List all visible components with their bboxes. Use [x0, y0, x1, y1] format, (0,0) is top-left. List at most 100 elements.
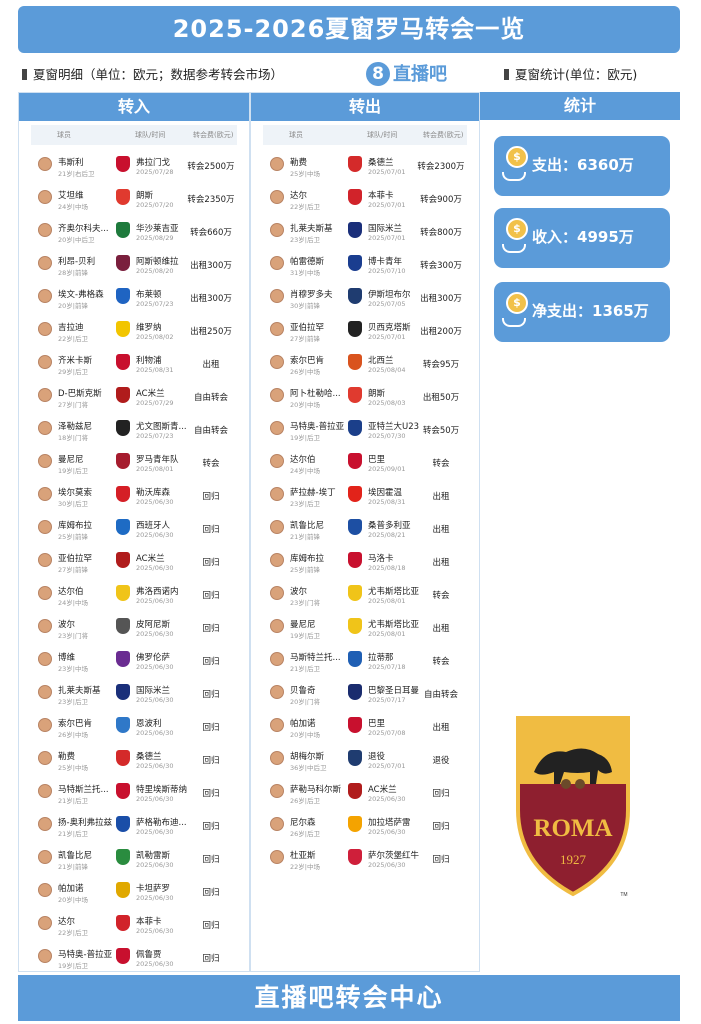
- club-logo-icon: [116, 519, 130, 535]
- player-avatar: [270, 157, 284, 171]
- player-name: 达尔: [58, 917, 76, 927]
- twin-icon: [575, 779, 585, 789]
- crest-roma-text: ROMA: [533, 815, 612, 842]
- transfer-row: 杜亚斯 22岁|中场 萨尔茨堡红牛 2025/06/30 回归: [251, 841, 479, 874]
- club-logo-icon: [348, 354, 362, 370]
- player-name: 帕加诺: [290, 719, 316, 729]
- transfer-date: 2025/08/02: [136, 333, 174, 341]
- player-name: 齐米卡斯: [58, 356, 93, 366]
- transfer-date: 2025/08/20: [136, 267, 174, 275]
- player-info: 27岁|前锋: [58, 566, 88, 574]
- club-logo-icon: [116, 255, 130, 271]
- player-name: 肖穆罗多夫: [290, 290, 333, 300]
- player-info: 19岁|后卫: [58, 467, 88, 475]
- club-logo-icon: [348, 288, 362, 304]
- transfer-fee: 出租: [432, 492, 450, 502]
- transfer-date: 2025/08/21: [368, 531, 406, 539]
- transfer-fee: 回归: [432, 822, 450, 832]
- transfer-fee: 回归: [432, 789, 450, 799]
- club-logo-icon: [348, 717, 362, 733]
- player-avatar: [270, 388, 284, 402]
- transfer-row: 齐奥尔科夫... 20岁|中后卫 华沙莱吉亚 2025/08/29 转会660万: [19, 214, 249, 247]
- transfer-row: 凯鲁比尼 21岁|前锋 桑普多利亚 2025/08/21 出租: [251, 511, 479, 544]
- transfer-date: 2025/06/30: [368, 861, 406, 869]
- bullet-icon: [22, 69, 27, 80]
- bullet-icon: [504, 69, 509, 80]
- transfer-fee: 转会900万: [420, 195, 462, 205]
- player-info: 26岁|后卫: [290, 830, 320, 838]
- twin-icon: [561, 779, 571, 789]
- player-avatar: [38, 487, 52, 501]
- player-name: 亚伯拉罕: [290, 323, 325, 333]
- transfer-row: 扎莱夫斯基 23岁|后卫 国际米兰 2025/06/30 回归: [19, 676, 249, 709]
- player-name: 勒费: [290, 158, 308, 168]
- transfer-date: 2025/08/31: [368, 498, 406, 506]
- transfers-out-title: 转出: [251, 93, 479, 121]
- club-logo-icon: [116, 849, 130, 865]
- player-avatar: [270, 421, 284, 435]
- transfer-date: 2025/07/28: [136, 168, 174, 176]
- transfer-date: 2025/08/01: [368, 630, 406, 638]
- transfer-fee: 出租300万: [420, 294, 462, 304]
- transfer-fee: 自由转会: [193, 393, 228, 403]
- player-avatar: [270, 553, 284, 567]
- player-name: 凯鲁比尼: [58, 851, 93, 861]
- transfer-fee: 回归: [202, 954, 220, 964]
- transfer-fee: 出租: [432, 723, 450, 733]
- player-avatar: [38, 586, 52, 600]
- as-roma-crest: ROMA 1927 TM: [516, 716, 630, 898]
- player-info: 20岁|中后卫: [58, 236, 95, 244]
- transfer-row: 阿卜杜勒哈... 20岁|中场 朗斯 2025/08/03 出租50万: [251, 379, 479, 412]
- hand-icon: [502, 244, 526, 253]
- player-info: 22岁|后卫: [58, 929, 88, 937]
- transfer-row: 贝鲁奇 20岁|门将 巴黎圣日耳曼 2025/07/17 自由转会: [251, 676, 479, 709]
- player-name: 达尔伯: [290, 455, 316, 465]
- transfer-row: 肖穆罗多夫 30岁|前锋 伊斯坦布尔 2025/07/05 出租300万: [251, 280, 479, 313]
- player-info: 23岁|中场: [58, 665, 88, 673]
- player-info: 19岁|后卫: [290, 632, 320, 640]
- player-name: 埃尔莫索: [58, 488, 93, 498]
- player-avatar: [270, 817, 284, 831]
- player-info: 26岁|中场: [58, 731, 88, 739]
- col-player: 球员: [289, 131, 303, 139]
- crest-year-text: 1927: [560, 852, 587, 867]
- club-logo-icon: [348, 519, 362, 535]
- player-info: 25岁|前锋: [58, 533, 88, 541]
- player-name: D-巴斯克斯: [58, 389, 102, 399]
- transfer-row: 达尔 22岁|后卫 本菲卡 2025/07/01 转会900万: [251, 181, 479, 214]
- player-avatar: [38, 817, 52, 831]
- player-name: 达尔伯: [58, 587, 84, 597]
- transfer-date: 2025/08/01: [368, 597, 406, 605]
- club-logo-icon: [348, 321, 362, 337]
- transfer-date: 2025/06/30: [136, 597, 174, 605]
- col-club: 球队/时间: [367, 131, 398, 139]
- transfer-date: 2025/06/30: [136, 531, 174, 539]
- transfer-date: 2025/07/01: [368, 201, 406, 209]
- transfer-row: 扬-奥利弗拉兹 21岁|后卫 萨格勒布迪... 2025/06/30 回归: [19, 808, 249, 841]
- transfer-fee: 回归: [202, 690, 220, 700]
- club-logo-icon: [116, 651, 130, 667]
- player-avatar: [270, 751, 284, 765]
- transfers-out-panel: 转出 球员 球队/时间 转会费(欧元) 勒费 25岁|中场 桑德兰 2025/07/0…: [250, 92, 480, 972]
- player-avatar: [38, 421, 52, 435]
- club-logo-icon: [348, 816, 362, 832]
- transfers-in-column-header: 球员 球队/时间 转会费(欧元): [31, 125, 237, 145]
- transfer-date: 2025/06/30: [136, 762, 174, 770]
- player-avatar: [38, 652, 52, 666]
- transfer-fee: 回归: [202, 525, 220, 535]
- player-name: 索尔巴肯: [290, 356, 325, 366]
- player-info: 19岁|后卫: [290, 434, 320, 442]
- transfer-date: 2025/07/20: [136, 201, 174, 209]
- stat-expenditure-value: 6360万: [577, 156, 634, 174]
- transfer-date: 2025/07/08: [368, 729, 406, 737]
- player-avatar: [38, 619, 52, 633]
- transfer-row: 泽勒兹尼 18岁|门将 尤文图斯青... 2025/07/23 自由转会: [19, 412, 249, 445]
- player-name: 亚伯拉罕: [58, 554, 93, 564]
- transfer-date: 2025/07/23: [136, 432, 174, 440]
- transfer-row: 马斯特兰托... 21岁|后卫 拉蒂那 2025/07/18 转会: [251, 643, 479, 676]
- player-avatar: [270, 355, 284, 369]
- transfer-row: 萨拉赫-埃丁 23岁|后卫 埃因霍温 2025/08/31 出租: [251, 478, 479, 511]
- transfer-fee: 回归: [432, 855, 450, 865]
- player-name: 泽勒兹尼: [58, 422, 93, 432]
- player-info: 25岁|中场: [58, 764, 88, 772]
